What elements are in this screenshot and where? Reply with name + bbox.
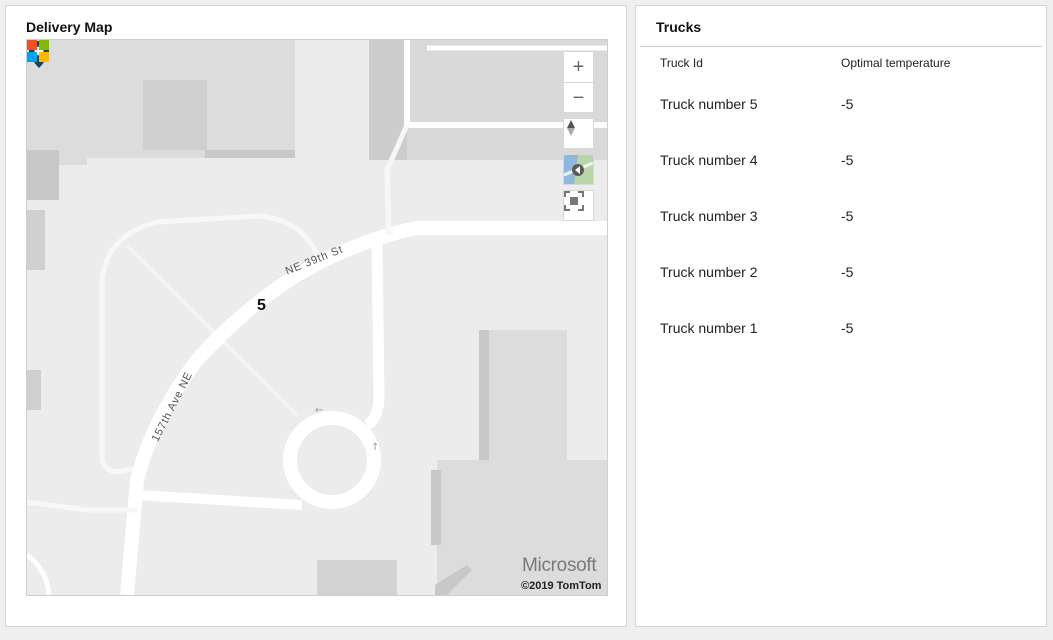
map-style-button[interactable] xyxy=(563,154,594,185)
truck-id-cell: Truck number 1 xyxy=(660,320,758,336)
table-row[interactable]: Truck number 4 -5 xyxy=(636,152,1046,192)
marker-count-label: 5 xyxy=(257,297,266,314)
truck-temperature-cell: -5 xyxy=(841,208,854,224)
fullscreen-button[interactable] xyxy=(563,190,594,221)
fullscreen-icon xyxy=(564,191,584,211)
map-style-icon xyxy=(564,155,593,184)
truck-temperature-cell: -5 xyxy=(841,320,854,336)
compass-button[interactable] xyxy=(563,118,594,149)
truck-temperature-cell: -5 xyxy=(841,152,854,168)
table-row[interactable]: Truck number 5 -5 xyxy=(636,96,1046,136)
compass-icon xyxy=(567,120,575,136)
svg-text:↑: ↑ xyxy=(371,442,379,453)
map-panel-title: Delivery Map xyxy=(26,19,113,35)
table-row[interactable]: Truck number 1 -5 xyxy=(636,320,1046,360)
trucks-panel: Trucks Truck Id Optimal temperature Truc… xyxy=(635,5,1047,627)
table-row[interactable]: Truck number 3 -5 xyxy=(636,208,1046,248)
delivery-map-panel: Delivery Map ← ↑ NE 39th St 157th Ave NE… xyxy=(5,5,627,627)
column-header-optimal-temperature[interactable]: Optimal temperature xyxy=(841,56,950,70)
map-background: ← ↑ xyxy=(27,40,607,595)
truck-id-cell: Truck number 2 xyxy=(660,264,758,280)
truck-temperature-cell: -5 xyxy=(841,264,854,280)
column-header-truck-id[interactable]: Truck Id xyxy=(660,56,703,70)
trucks-header-divider xyxy=(640,46,1042,47)
table-row[interactable]: Truck number 2 -5 xyxy=(636,264,1046,304)
trucks-panel-title: Trucks xyxy=(656,19,702,35)
zoom-out-button[interactable]: − xyxy=(563,82,594,113)
map-copyright: ©2019 TomTom xyxy=(521,580,602,592)
zoom-in-button[interactable]: + xyxy=(563,51,594,82)
svg-text:←: ← xyxy=(315,405,323,416)
map-canvas[interactable]: ← ↑ NE 39th St 157th Ave NE 5 + − Micros… xyxy=(26,39,608,596)
truck-id-cell: Truck number 5 xyxy=(660,96,758,112)
truck-id-cell: Truck number 4 xyxy=(660,152,758,168)
truck-temperature-cell: -5 xyxy=(841,96,854,112)
microsoft-logo-icon xyxy=(27,40,49,62)
truck-id-cell: Truck number 3 xyxy=(660,208,758,224)
microsoft-branding: Microsoft xyxy=(522,555,597,576)
